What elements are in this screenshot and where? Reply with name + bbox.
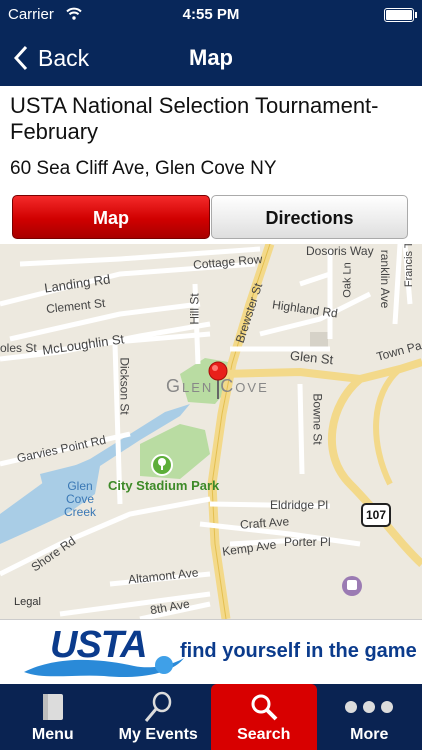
status-time: 4:55 PM [182,6,240,23]
map-segment-button[interactable]: Map [12,195,210,239]
map-label: Bowne St [310,393,325,445]
tab-my-events[interactable]: My Events [106,684,212,750]
tab-more[interactable]: More [317,684,422,750]
nav-bar: Back Map [0,30,422,86]
route-107-label: 107 [366,508,387,522]
directions-segment-button[interactable]: Directions [211,195,408,239]
tab-bar: Menu My Events Search More [0,684,422,750]
tab-menu-label: Menu [31,726,74,743]
map-label: City Stadium Park [108,478,220,493]
map-label: Glen Cove Creek [63,479,96,519]
tab-more-label: More [350,726,389,743]
tab-search-label: Search [237,726,291,743]
racquet-icon [106,690,212,724]
search-icon [211,690,317,724]
map-label: Eldridge Pl [270,498,329,512]
tab-search[interactable]: Search [211,684,317,750]
more-dots-icon [317,690,422,724]
event-address: 60 Sea Cliff Ave, Glen Cove NY [10,158,277,179]
map-label: ranklin Ave [378,249,393,309]
tab-my-events-label: My Events [118,726,198,743]
chevron-left-icon [14,45,28,71]
back-button[interactable]: Back [14,30,89,86]
map-label: Glen Cove [166,376,269,396]
map-legal-link[interactable]: Legal [14,596,41,608]
map-label: Dickson St [117,357,132,415]
map-view[interactable]: Cottage Row Landing Rd Clement St McLoug… [0,244,422,619]
menu-book-icon [0,690,106,724]
back-label: Back [38,44,90,71]
map-label: oles St [0,341,37,355]
tab-menu[interactable]: Menu [0,684,106,750]
map-label: Oak Ln [341,262,354,298]
ad-banner[interactable]: USTA find yourself in the game [0,619,422,685]
map-label: Hill St [187,293,202,325]
map-label: Dosoris Way [306,244,374,258]
map-label: Porter Pl [284,535,331,549]
battery-icon [384,8,417,22]
usta-logo: USTA [50,624,148,666]
event-title: USTA National Selection Tournament-Febru… [10,93,379,144]
map-label: Francis Ter [403,244,416,288]
status-bar: Carrier 4:55 PM [0,0,422,30]
banner-tagline: find yourself in the game [180,640,417,662]
